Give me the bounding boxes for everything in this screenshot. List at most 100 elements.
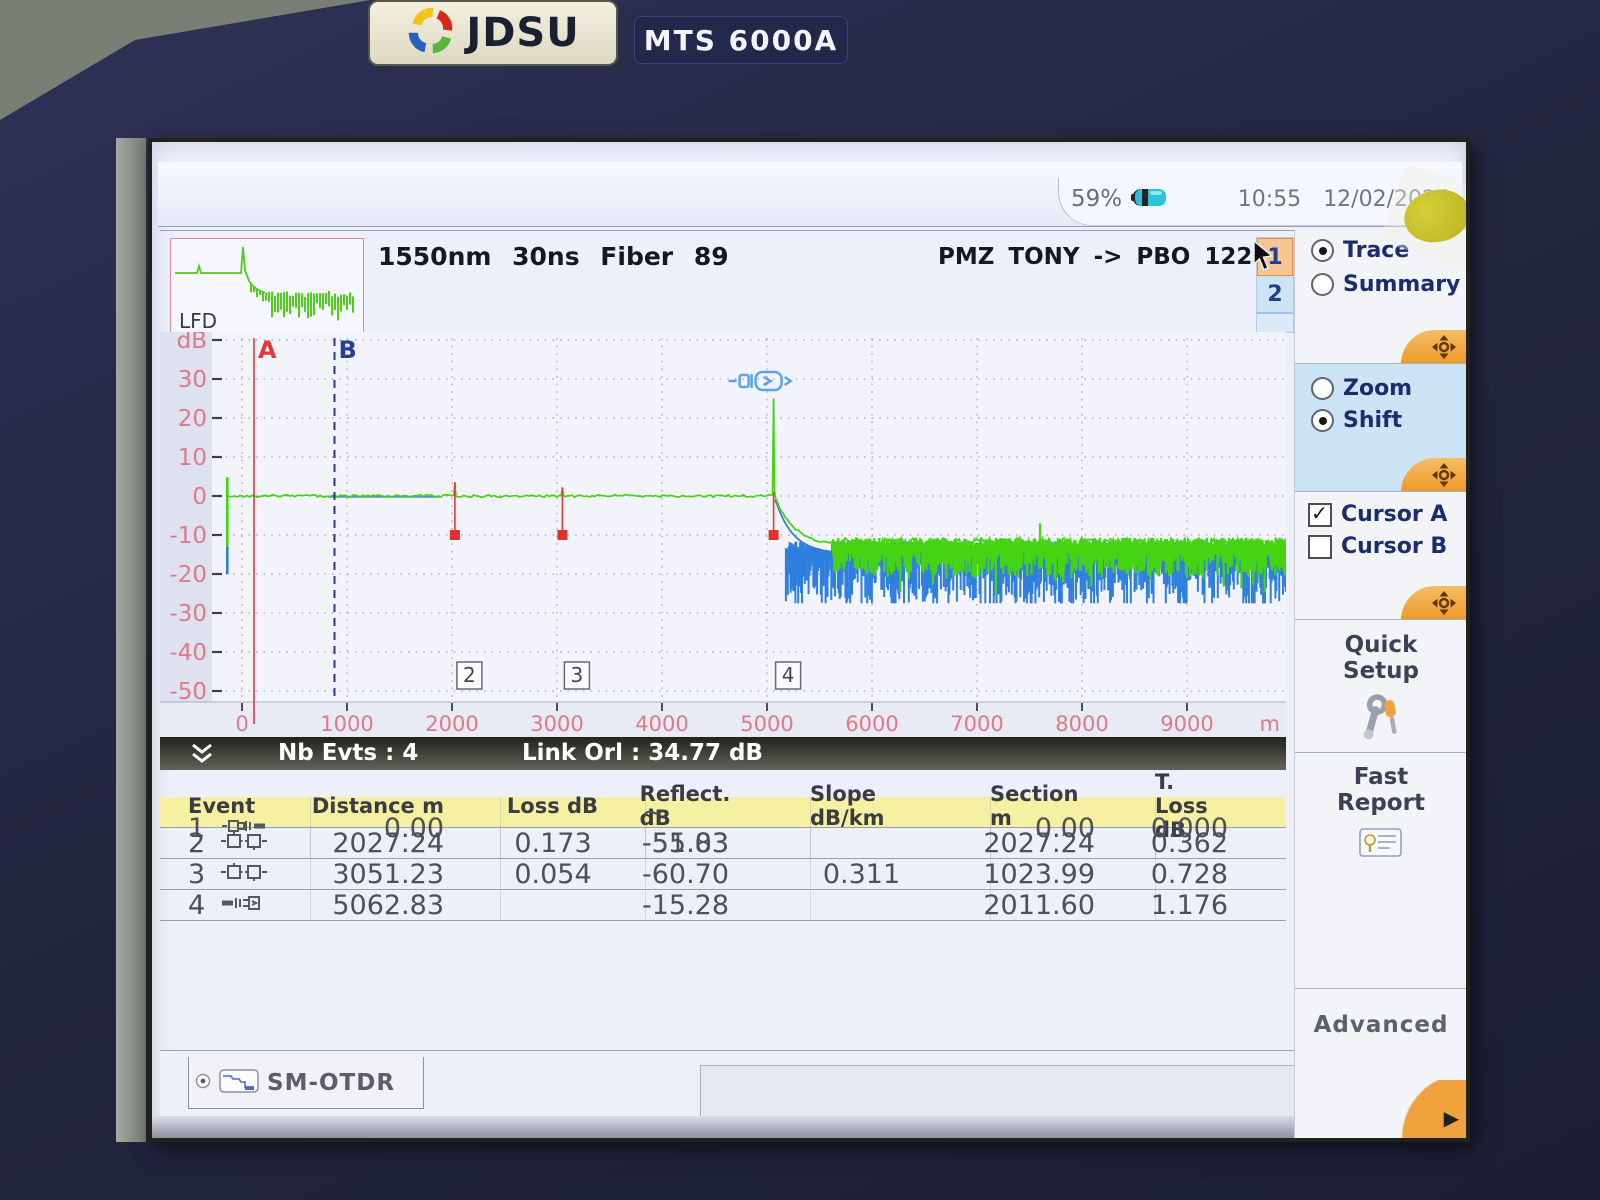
zoom-radio[interactable]: [1311, 377, 1334, 400]
value-cell: 3051.23: [310, 859, 500, 890]
svg-text:1000: 1000: [320, 712, 373, 736]
collapse-chevron-icon[interactable]: [188, 742, 216, 770]
fast-report-button[interactable]: Fast Report: [1295, 764, 1466, 866]
svg-text:4: 4: [782, 663, 795, 687]
events-table-header: EventDistance mLoss dBReflect. dBSlope d…: [160, 770, 1286, 797]
tab-trace-icon: [219, 1068, 259, 1098]
splice-icon: [221, 828, 267, 859]
zoom-radio-label: Zoom: [1343, 376, 1412, 401]
value-cell: 0.362: [1155, 828, 1286, 859]
dpad-tab-1[interactable]: [1401, 330, 1466, 364]
value-cell: 2027.24: [990, 828, 1155, 859]
svg-text:30: 30: [178, 367, 207, 393]
route-label: PMZ TONY -> PBO 122: [938, 244, 1252, 270]
value-cell: 0.054: [500, 859, 645, 890]
screen-frame: 59% 10:55 12/02/2025: [148, 138, 1470, 1142]
tab-sm-otdr[interactable]: SM-OTDR: [188, 1057, 424, 1109]
time: 10:55: [1238, 187, 1301, 212]
sidebar: Trace Summary Zoom Shift: [1294, 230, 1466, 1138]
svg-text:-50: -50: [169, 679, 207, 705]
svg-text:6000: 6000: [845, 712, 898, 736]
bezel-strip: [116, 138, 146, 1142]
model-plate: MTS 6000A: [634, 16, 848, 64]
events-table: EventDistance mLoss dBReflect. dBSlope d…: [160, 770, 1286, 921]
dpad-icon: [1429, 334, 1459, 360]
page-2-button[interactable]: 2: [1257, 276, 1293, 314]
value-cell: 1.176: [1155, 890, 1286, 921]
brand-name: JDSU: [466, 10, 579, 56]
value-cell: [810, 890, 990, 921]
device-bezel: JDSU MTS 6000A 59% 10:55: [0, 0, 1600, 1200]
dpad-tab-3[interactable]: [1401, 586, 1466, 620]
svg-text:2: 2: [463, 663, 476, 687]
svg-text:9000: 9000: [1160, 712, 1213, 736]
nb-events-label: Nb Evts : 4: [278, 740, 418, 766]
photo-background: [0, 0, 380, 125]
svg-text:0: 0: [192, 484, 207, 510]
tools-icon: [1295, 692, 1466, 752]
zoom-radio-row[interactable]: Zoom: [1311, 376, 1412, 401]
link-orl-label: Link Orl : 34.77 dB: [522, 740, 763, 766]
cursor-b-label: Cursor B: [1341, 534, 1447, 559]
svg-text:0: 0: [235, 712, 248, 736]
cursor-a-checkbox[interactable]: [1308, 503, 1332, 527]
summary-radio-label: Summary: [1343, 272, 1460, 297]
jdsu-logo-icon: [406, 6, 454, 60]
value-cell: 0.311: [810, 859, 990, 890]
screen-bottom-edge: [152, 1116, 1466, 1138]
svg-text:-40: -40: [169, 640, 207, 666]
shift-radio-row[interactable]: Shift: [1311, 408, 1402, 433]
brand-plate: JDSU: [368, 0, 618, 66]
svg-text:5000: 5000: [740, 712, 793, 736]
quick-setup-button[interactable]: Quick Setup: [1295, 632, 1466, 752]
event-row-1[interactable]: 10.00~ -55.830.000.000: [160, 797, 1286, 828]
header-separator: [160, 230, 1294, 231]
mouse-cursor: [1252, 240, 1278, 276]
trace-thumbnail[interactable]: LFD: [170, 238, 364, 336]
shift-radio[interactable]: [1311, 409, 1334, 432]
value-cell: -15.28: [645, 890, 810, 921]
next-page-corner[interactable]: ▶: [1393, 1080, 1466, 1138]
advanced-button[interactable]: Advanced: [1295, 1012, 1466, 1038]
thumbnail-label: LFD: [179, 309, 217, 333]
value-cell: 0.728: [1155, 859, 1286, 890]
trace-radio[interactable]: [1311, 239, 1334, 262]
value-cell: 2011.60: [990, 890, 1155, 921]
screen: 59% 10:55 12/02/2025: [152, 142, 1466, 1138]
dpad-icon: [1429, 590, 1459, 616]
svg-text:4000: 4000: [635, 712, 688, 736]
event-cell: 3: [160, 859, 310, 890]
event-row-2[interactable]: 22027.240.173-51.032027.240.362: [160, 828, 1286, 859]
svg-text:8000: 8000: [1055, 712, 1108, 736]
shift-radio-label: Shift: [1343, 408, 1402, 433]
value-cell: [810, 828, 990, 859]
event-row-4[interactable]: 45062.83-15.282011.601.176: [160, 890, 1286, 921]
tab-bullet-icon: [195, 1073, 211, 1093]
svg-text:dB: dB: [177, 332, 207, 354]
svg-text:-30: -30: [169, 601, 207, 627]
report-icon: [1295, 826, 1466, 866]
svg-text:-20: -20: [169, 562, 207, 588]
acquisition-label: 1550nm 30ns Fiber 89: [378, 242, 729, 271]
value-cell: -60.70: [645, 859, 810, 890]
cursor-a-row[interactable]: Cursor A: [1308, 502, 1447, 527]
svg-text:20: 20: [178, 406, 207, 432]
event-row-3[interactable]: 33051.230.054-60.700.3111023.990.728: [160, 859, 1286, 890]
cursor-b-row[interactable]: Cursor B: [1308, 534, 1447, 559]
status-bar: 59% 10:55 12/02/2025: [158, 162, 1462, 227]
sticker: [1390, 176, 1466, 258]
summary-radio-row[interactable]: Summary: [1311, 272, 1460, 297]
svg-text:2000: 2000: [425, 712, 478, 736]
svg-text:3000: 3000: [530, 712, 583, 736]
svg-text:10: 10: [178, 445, 207, 471]
value-cell: 0.173: [500, 828, 645, 859]
cursor-b-checkbox[interactable]: [1308, 535, 1332, 559]
tabbar-rest: [700, 1065, 1294, 1117]
svg-text:m: m: [1260, 712, 1280, 736]
value-cell: [500, 890, 645, 921]
svg-text:B: B: [339, 336, 357, 364]
event-cell: 2: [160, 828, 310, 859]
cursor-a-label: Cursor A: [1341, 502, 1447, 527]
value-cell: 5062.83: [310, 890, 500, 921]
summary-radio[interactable]: [1311, 273, 1334, 296]
